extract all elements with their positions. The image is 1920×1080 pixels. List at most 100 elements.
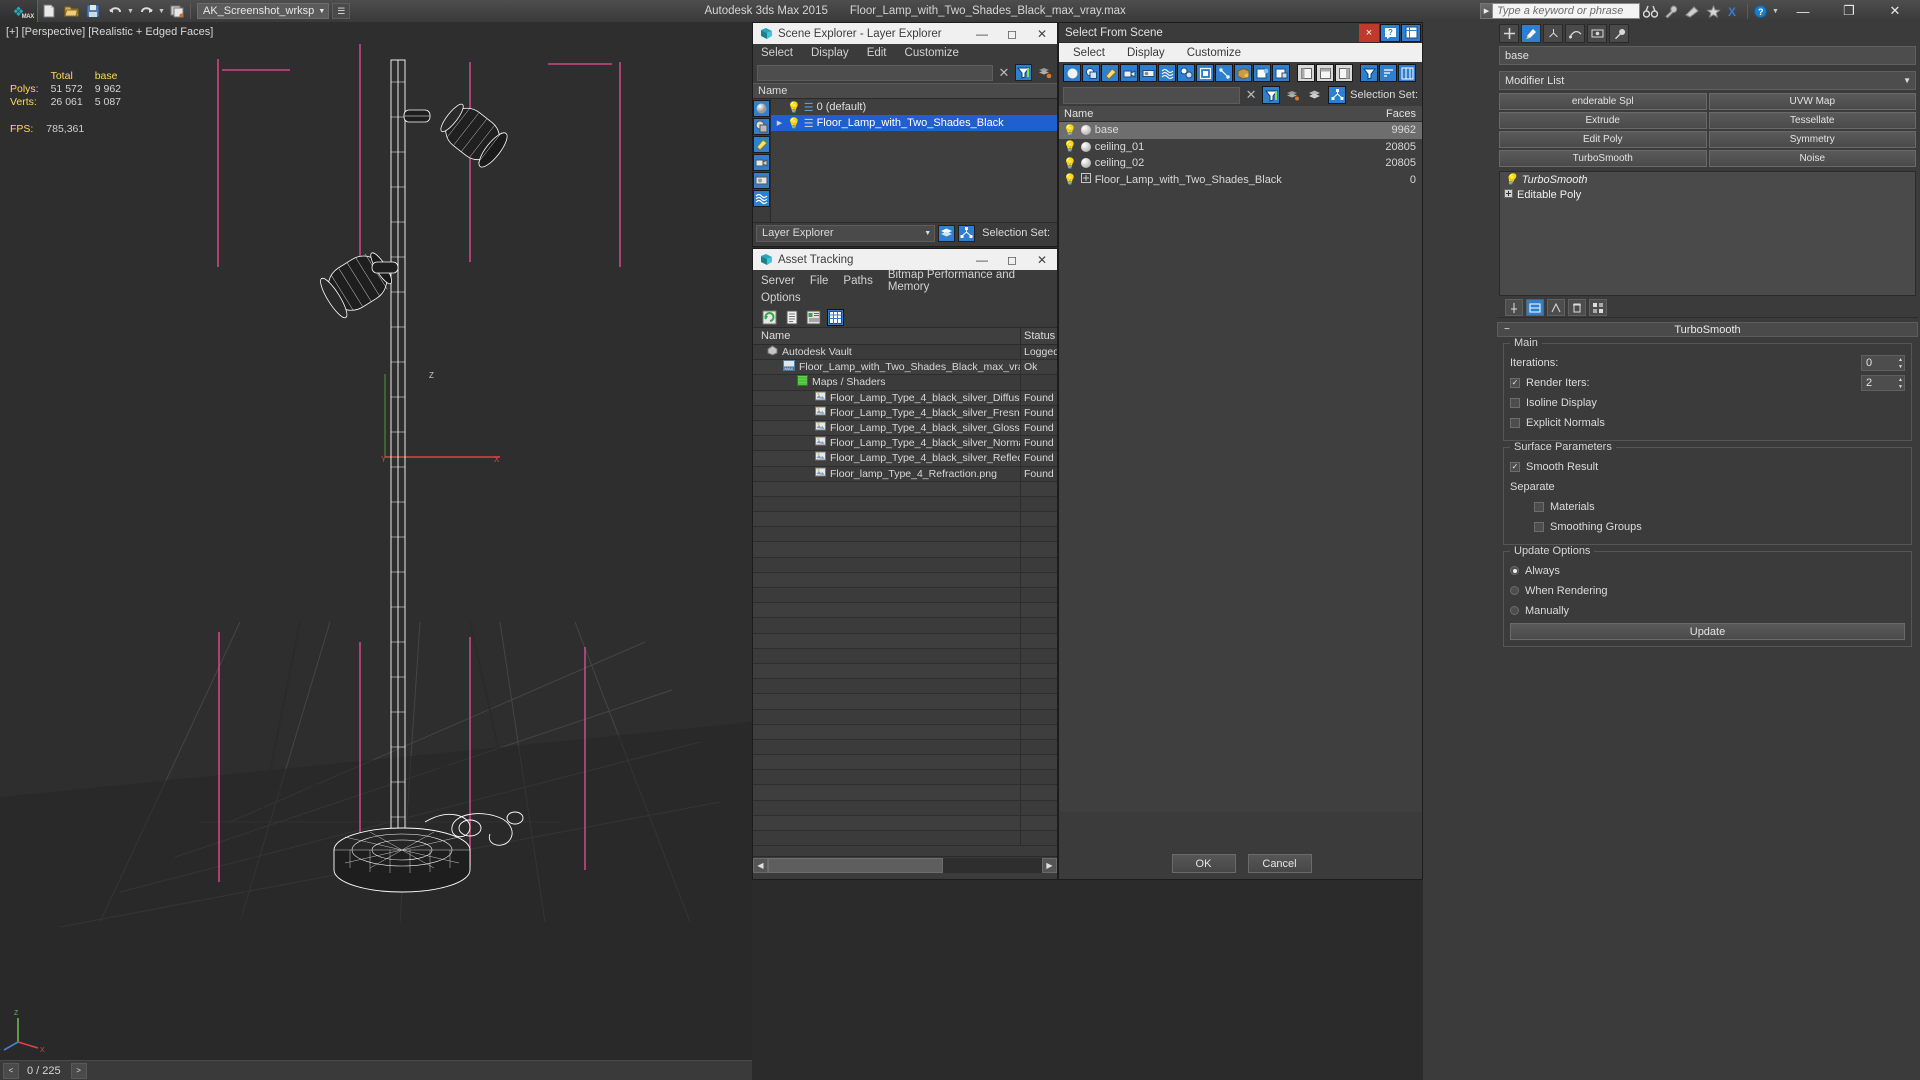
update-when-rendering-row[interactable]: When Rendering (1510, 582, 1905, 599)
lightbulb-icon[interactable]: 💡 (1063, 173, 1077, 186)
modifier-btn-extrude[interactable]: Extrude (1499, 112, 1707, 129)
sort-icon[interactable] (1379, 64, 1397, 82)
scene-object-row[interactable]: 💡 base 9962 (1059, 122, 1422, 139)
asset-row[interactable]: Maps / Shaders (753, 375, 1057, 391)
help-icon[interactable]: ? (1750, 1, 1771, 21)
pin-stack-icon[interactable] (1505, 299, 1523, 316)
display-mode-2-icon[interactable] (1316, 64, 1334, 82)
scene-search-input[interactable] (1063, 86, 1241, 104)
xrefs-filter-icon[interactable] (1196, 64, 1214, 82)
se-menu-edit[interactable]: Edit (867, 47, 887, 59)
shapes-filter-icon[interactable] (1082, 64, 1100, 82)
filter-icon[interactable] (1015, 64, 1032, 81)
smoothing-groups-checkbox[interactable] (1534, 521, 1544, 532)
workspace-selector[interactable]: AK_Screenshot_wrksp ▼ (197, 3, 330, 19)
display-mode-1-icon[interactable] (1297, 64, 1315, 82)
modifier-btn-renderable-spline[interactable]: enderable Spl (1499, 93, 1707, 110)
modifier-stack[interactable]: 💡 TurboSmooth Editable Poly (1499, 171, 1916, 296)
update-manually-radio[interactable] (1510, 606, 1519, 615)
at-menu-file[interactable]: File (810, 275, 829, 287)
bones-filter-icon[interactable] (1215, 64, 1233, 82)
scroll-thumb[interactable] (768, 857, 943, 873)
asset-row[interactable]: Floor_Lamp_Type_4_black_silver_Fresnel.p… (753, 405, 1057, 421)
scene-object-row[interactable]: 💡 Floor_Lamp_with_Two_Shades_Black 0 (1059, 172, 1422, 189)
close-icon[interactable]: × (1359, 23, 1379, 42)
se-menu-select[interactable]: Select (761, 47, 793, 59)
filter-icon[interactable] (1262, 86, 1281, 104)
materials-checkbox[interactable] (1534, 501, 1544, 512)
scene-explorer-titlebar[interactable]: Scene Explorer - Layer Explorer — ◻ ✕ (753, 23, 1057, 44)
satellite-icon[interactable] (1682, 1, 1703, 21)
make-unique-icon[interactable] (1547, 299, 1565, 316)
new-file-icon[interactable] (38, 1, 60, 21)
window-close-button[interactable]: ✕ (1872, 0, 1918, 22)
groups-filter-icon[interactable] (1177, 64, 1195, 82)
refresh-icon[interactable] (761, 309, 778, 326)
helpers-filter-icon[interactable] (1139, 64, 1157, 82)
at-menu-paths[interactable]: Paths (843, 275, 872, 287)
collapse-icon[interactable]: − (1504, 324, 1510, 335)
render-iters-checkbox[interactable]: ✓ (1510, 377, 1520, 388)
cancel-button[interactable]: Cancel (1247, 854, 1312, 873)
help-dialog-icon[interactable]: ? (1380, 23, 1400, 42)
spacewarps-icon[interactable] (753, 190, 770, 207)
redo-icon[interactable] (135, 1, 157, 21)
wrench-icon[interactable] (1661, 1, 1682, 21)
layer-row-selected[interactable]: ▶ 💡 ☰ Floor_Lamp_with_Two_Shades_Black (771, 115, 1057, 131)
create-tab[interactable] (1499, 23, 1519, 43)
open-file-icon[interactable] (60, 1, 82, 21)
iterations-spinner[interactable]: 0 ▲ ▼ (1861, 354, 1905, 371)
workspace-more-button[interactable]: ☰ (332, 3, 351, 19)
layers-manage-icon[interactable] (938, 224, 956, 242)
remove-modifier-icon[interactable] (1568, 299, 1586, 316)
redo-dropdown-caret[interactable]: ▼ (157, 8, 166, 15)
update-always-radio[interactable] (1510, 566, 1519, 575)
search-expand-arrow[interactable]: ▶ (1480, 3, 1492, 19)
viewport-label[interactable]: [+] [Perspective] [Realistic + Edged Fac… (6, 26, 213, 38)
lightbulb-icon[interactable]: 💡 (787, 117, 801, 130)
timeline-prev-button[interactable]: < (3, 1062, 19, 1079)
columns-icon[interactable] (1398, 64, 1416, 82)
at-col-name[interactable]: Name (753, 328, 1021, 344)
scroll-right-arrow[interactable]: ▶ (1042, 857, 1057, 873)
at-menu-server[interactable]: Server (761, 275, 795, 287)
keyword-search-input[interactable]: Type a keyword or phrase (1492, 3, 1640, 19)
lightbulb-icon[interactable]: 💡 (1063, 124, 1077, 137)
object-name-field[interactable]: base (1499, 46, 1916, 65)
lightbulb-icon[interactable]: 💡 (787, 101, 801, 114)
undo-dropdown-caret[interactable]: ▼ (126, 8, 135, 15)
modifier-btn-noise[interactable]: Noise (1708, 150, 1916, 167)
details-icon[interactable] (805, 309, 822, 326)
star-icon[interactable] (1703, 1, 1724, 21)
lights-filter-icon[interactable] (1101, 64, 1119, 82)
sfs-col-name[interactable]: Name (1059, 106, 1378, 121)
asset-row[interactable]: Floor_lamp_Type_4_Refraction.png Found (753, 466, 1057, 482)
scene-object-row[interactable]: 💡 ceiling_02 20805 (1059, 155, 1422, 172)
sfs-menu-select[interactable]: Select (1073, 47, 1105, 59)
spinner-arrows[interactable]: ▲ ▼ (1898, 377, 1903, 390)
motion-tab[interactable] (1565, 23, 1585, 43)
list-icon[interactable] (783, 309, 800, 326)
clear-search-icon[interactable]: ✕ (1244, 87, 1258, 103)
modifier-btn-uvw-map[interactable]: UVW Map (1708, 93, 1916, 110)
window-minimize-button[interactable]: — (1780, 0, 1826, 22)
modifier-stack-item-editable-poly[interactable]: Editable Poly (1500, 187, 1915, 202)
cameras-filter-icon[interactable] (1120, 64, 1138, 82)
modifier-list-dropdown[interactable]: Modifier List ▼ (1499, 71, 1916, 90)
layers-off-icon[interactable] (1036, 64, 1053, 81)
modifier-btn-tessellate[interactable]: Tessellate (1708, 112, 1916, 129)
max-app-logo[interactable]: ❖ MAX (0, 0, 38, 22)
select-from-scene-dialog[interactable]: Select From Scene × ? Select Display Cus… (1058, 22, 1423, 880)
modifier-btn-turbosmooth[interactable]: TurboSmooth (1499, 150, 1707, 167)
se-menu-display[interactable]: Display (811, 47, 849, 59)
scroll-left-arrow[interactable]: ◀ (753, 857, 768, 873)
layer-row-default[interactable]: 💡 ☰ 0 (default) (771, 99, 1057, 115)
save-icon[interactable] (82, 1, 104, 21)
spinner-arrows[interactable]: ▲ ▼ (1898, 357, 1903, 370)
hierarchy-icon[interactable] (1328, 86, 1347, 104)
window-restore-button[interactable]: ❐ (1826, 0, 1872, 22)
asset-tracking-minimize[interactable]: — (967, 249, 997, 270)
command-panel[interactable]: base Modifier List ▼ enderable Spl UVW M… (1423, 22, 1920, 1080)
containers-filter-icon[interactable] (1234, 64, 1252, 82)
lightbulb-icon[interactable]: 💡 (1504, 173, 1518, 186)
